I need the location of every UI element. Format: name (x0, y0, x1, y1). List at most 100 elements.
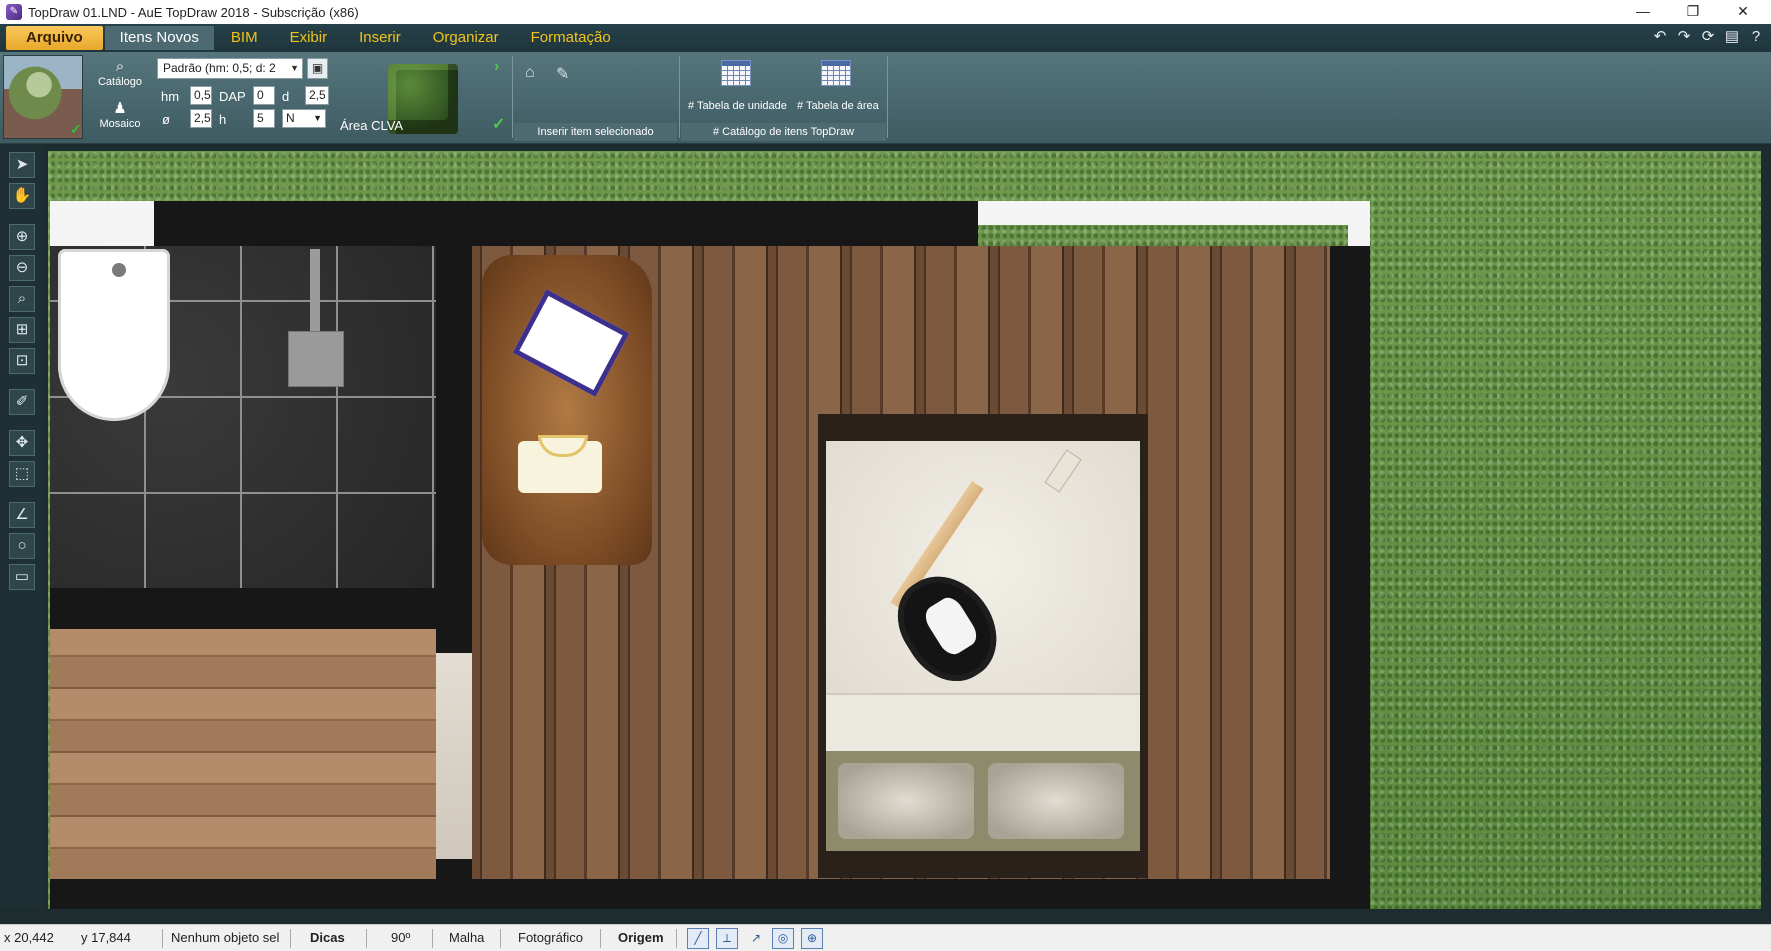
rectangle-icon[interactable]: ▭ (9, 564, 35, 590)
status-separator (500, 929, 501, 948)
unit-table-label[interactable]: # Tabela de unidade (688, 100, 787, 112)
d-input[interactable]: 2,5 (305, 86, 329, 105)
n-select[interactable]: N ▼ (282, 109, 326, 128)
save-icon[interactable]: ▤ (1723, 27, 1741, 47)
y-coordinate: y 17,844 (81, 930, 131, 945)
hallway-wood-floor (50, 629, 436, 879)
menu-formatacao[interactable]: Formatação (516, 26, 626, 50)
select-arrow-icon[interactable]: ➤ (9, 152, 35, 178)
marquee-select-icon[interactable]: ⬚ (9, 461, 35, 487)
polyline-icon[interactable]: ∠ (9, 502, 35, 528)
area-clva-label: Área CLVA (340, 118, 404, 133)
hm-label: hm (161, 89, 180, 104)
snap-line-icon[interactable]: ╱ (687, 928, 709, 949)
wall-outline (50, 201, 154, 246)
pan-hand-icon[interactable]: ✋ (9, 183, 35, 209)
mosaic-icon: ♟ (113, 100, 127, 117)
catalog-label: Catálogo (97, 76, 143, 88)
render-mode-button[interactable]: Fotográfico (518, 930, 583, 945)
zoom-extents-icon[interactable]: ⊞ (9, 317, 35, 343)
unit-table-icon[interactable] (721, 60, 751, 86)
h-input[interactable]: 5 (253, 109, 275, 128)
snap-quadrant-icon[interactable]: ⊕ (801, 928, 823, 949)
snap-center-icon[interactable]: ◎ (772, 928, 794, 949)
chevron-right-icon[interactable]: › (494, 58, 499, 76)
shower[interactable] (288, 249, 344, 387)
measure-icon[interactable]: ✐ (9, 389, 35, 415)
ribbon-separator (679, 56, 680, 138)
status-separator (600, 929, 601, 948)
menu-bim[interactable]: BIM (216, 26, 273, 50)
help-icon[interactable]: ? (1747, 27, 1765, 47)
menu-arquivo[interactable]: Arquivo (6, 26, 103, 50)
area-table-label[interactable]: # Tabela de área (797, 100, 879, 112)
undo-icon[interactable]: ↶ (1651, 27, 1669, 47)
status-separator (432, 929, 433, 948)
n-select-value: N (286, 111, 295, 125)
pillow (988, 763, 1124, 839)
ribbon: ✓ ⌕ Catálogo ♟ Mosaico Padrão (hm: 0,5; … (0, 52, 1771, 144)
snap-perpendicular-icon[interactable]: ⟂ (716, 928, 738, 949)
threshold-stone (436, 653, 472, 859)
status-separator (366, 929, 367, 948)
wall-outline (978, 201, 1370, 225)
area-table-icon[interactable] (821, 60, 851, 86)
status-separator (676, 929, 677, 948)
zoom-out-icon[interactable]: ⊖ (9, 255, 35, 281)
app-logo-icon: ✎ (6, 4, 22, 20)
zoom-previous-icon[interactable]: ⊡ (9, 348, 35, 374)
menu-itens-novos[interactable]: Itens Novos (104, 26, 214, 50)
quick-access-toolbar: ↶ ↷ ⟳ ▤ ? (1651, 27, 1765, 47)
zoom-in-icon[interactable]: ⊕ (9, 224, 35, 250)
edit-icon[interactable]: ✎ (556, 64, 569, 84)
title-bar: ✎ TopDraw 01.LND - AuE TopDraw 2018 - Su… (0, 0, 1771, 24)
chevron-down-icon: ▼ (313, 113, 322, 123)
move-icon[interactable]: ✥ (9, 430, 35, 456)
preset-value: Padrão (hm: 0,5; d: 2 (163, 61, 276, 75)
wall (1326, 591, 1370, 909)
ribbon-separator (887, 56, 888, 138)
catalog-group-label: # Catálogo de itens TopDraw (681, 123, 886, 141)
dap-label: DAP (219, 89, 246, 104)
menu-exibir[interactable]: Exibir (275, 26, 343, 50)
angle-button[interactable]: 90º (391, 930, 410, 945)
catalog-button[interactable]: ⌕ Catálogo (94, 58, 146, 88)
restore-button[interactable]: ❐ (1669, 0, 1717, 24)
ribbon-separator (512, 56, 513, 138)
selection-status: Nenhum objeto sel (171, 930, 280, 945)
erase-icon[interactable]: ⌂ (525, 64, 535, 82)
origin-button[interactable]: Origem (618, 930, 664, 945)
save-preset-button[interactable]: ▣ (307, 58, 328, 79)
left-toolbar: ➤ ✋ ⊕ ⊖ ⌕ ⊞ ⊡ ✐ ✥ ⬚ ∠ ○ ▭ (0, 145, 44, 908)
toilet[interactable] (58, 249, 170, 421)
window-title: TopDraw 01.LND - AuE TopDraw 2018 - Subs… (28, 4, 359, 20)
menu-bar: Arquivo Itens Novos BIM Exibir Inserir O… (0, 24, 1771, 52)
diameter-input[interactable]: 2,5 (190, 109, 212, 128)
preset-select[interactable]: Padrão (hm: 0,5; d: 2 ▼ (157, 58, 303, 79)
snap-tangent-icon[interactable]: ↗ (745, 928, 767, 949)
menu-inserir[interactable]: Inserir (344, 26, 416, 50)
refresh-icon[interactable]: ⟳ (1699, 27, 1717, 47)
minimize-button[interactable]: — (1619, 0, 1667, 24)
pillow (838, 763, 974, 839)
h-label: h (219, 112, 227, 127)
grid-button[interactable]: Malha (449, 930, 484, 945)
redo-icon[interactable]: ↷ (1675, 27, 1693, 47)
mosaic-label: Mosaico (99, 118, 141, 130)
dap-input[interactable]: 0 (253, 86, 275, 105)
tips-button[interactable]: Dicas (310, 930, 345, 945)
circle-icon[interactable]: ○ (9, 533, 35, 559)
folded-shirt[interactable] (518, 435, 602, 493)
status-separator (162, 929, 163, 948)
check-icon[interactable]: ✓ (492, 114, 505, 134)
zoom-window-icon[interactable]: ⌕ (9, 286, 35, 312)
x-coordinate: x 20,442 (4, 930, 54, 945)
close-button[interactable]: ✕ (1719, 0, 1767, 24)
menu-organizar[interactable]: Organizar (418, 26, 514, 50)
mosaic-button[interactable]: ♟ Mosaico (94, 100, 146, 130)
drawing-canvas[interactable] (48, 151, 1761, 909)
wall (154, 201, 978, 246)
status-separator (290, 929, 291, 948)
hm-input[interactable]: 0,5 (190, 86, 212, 105)
save-icon: ▣ (311, 61, 324, 75)
